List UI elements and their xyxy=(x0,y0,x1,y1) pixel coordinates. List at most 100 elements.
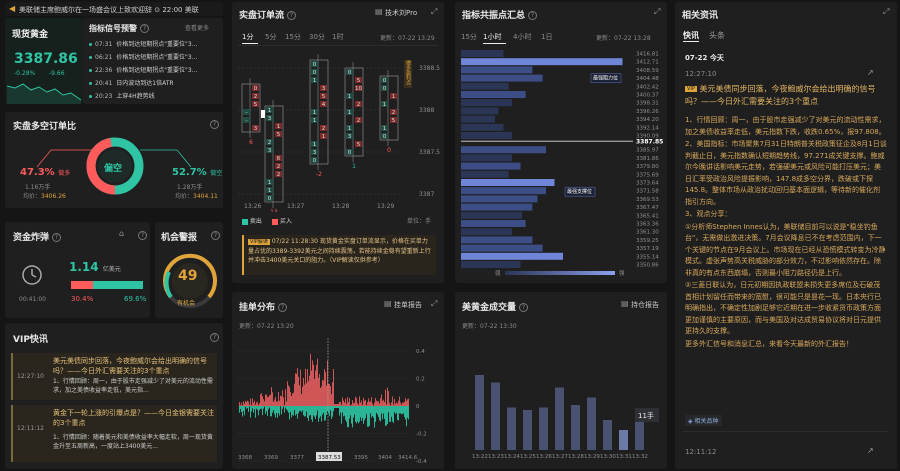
buy-order-bar xyxy=(367,402,368,406)
buy-order-bar xyxy=(379,403,380,406)
resonance-bar xyxy=(461,91,526,98)
buy-order-bar xyxy=(302,386,303,406)
help-icon[interactable]: ? xyxy=(52,233,62,242)
gold-quote-card[interactable]: 现货黄金 3387.86 -0.28% -9.66 xyxy=(5,18,83,104)
buy-order-bar xyxy=(292,393,293,406)
buy-order-bar xyxy=(268,397,269,406)
sell-order-bar xyxy=(396,406,397,413)
signal-item[interactable]: 22:36 价格到达短期拐点"重要位"3... xyxy=(89,65,219,77)
resonance-level: 3412.71 xyxy=(636,60,659,66)
signal-item[interactable]: 07:31 价格到达短期拐点"重要位"3... xyxy=(89,39,219,51)
news-paragraph: ②三菱日联认为，日元初期因执政联盟未损失更多席位及石破茂首相计划留任而带来的宽慰… xyxy=(685,281,881,335)
price-tick: 3388 xyxy=(419,107,434,114)
help-icon[interactable]: ? xyxy=(138,231,147,240)
buy-order-bar xyxy=(304,384,305,406)
sell-order-bar xyxy=(300,406,301,411)
expand-icon[interactable]: ⤢ xyxy=(431,7,437,17)
sell-order-bar xyxy=(279,406,280,416)
orderflow-cell-value: 1 xyxy=(268,108,272,114)
resonance-bar xyxy=(461,179,555,186)
tab-3[interactable]: 30分 xyxy=(309,32,325,42)
x-tick: 13:32 xyxy=(632,454,648,460)
sell-order-bar xyxy=(331,406,332,419)
expand-icon[interactable]: ⤢ xyxy=(654,7,660,17)
volume-link[interactable]: 持仓报告 xyxy=(631,300,659,310)
signal-more-link[interactable]: 查看更多 xyxy=(185,23,209,32)
help-icon[interactable]: ? xyxy=(278,303,288,312)
signal-time: 06:21 xyxy=(95,54,113,61)
sell-order-bar xyxy=(380,406,381,422)
buy-order-bar xyxy=(270,394,271,406)
help-icon[interactable]: ? xyxy=(528,11,538,20)
orderflow-cell-value: 0 xyxy=(268,196,272,202)
tab-1[interactable]: 5分 xyxy=(265,32,276,42)
volume-bar xyxy=(539,407,548,450)
signal-item[interactable]: 06:21 价格到达短期拐点"重要位"3... xyxy=(89,52,219,64)
buy-order-bar xyxy=(403,402,404,406)
buy-order-bar xyxy=(241,402,242,406)
expand-icon[interactable]: ⤢ xyxy=(431,299,437,309)
buy-order-bar xyxy=(362,404,363,406)
buy-order-bar xyxy=(332,382,333,406)
buy-order-bar xyxy=(300,369,301,406)
vip-news-item[interactable]: 12:11:12 黄金下一轮上涨的引爆点是？——今日金银需要关注的3个重点 1、行情… xyxy=(11,405,217,462)
orderflow-cell-value: 0 xyxy=(383,78,387,84)
sell-order-bar xyxy=(407,406,408,418)
delta-label: 13 xyxy=(270,209,278,212)
news-item[interactable]: VIP 美元美债同步回落，今夜鲍威尔会给出明确的信号吗？——今日外汇需要关注的3… xyxy=(685,83,887,108)
buy-order-bar xyxy=(350,405,351,406)
vip-news-item[interactable]: 12:27:10 美元美债同步回落，今夜鲍威尔会给出明确的信号吗？——今日外汇需要… xyxy=(11,353,217,400)
help-icon[interactable]: ? xyxy=(210,333,219,342)
orderflow-link[interactable]: 技术刘Pro xyxy=(385,8,417,18)
help-icon[interactable]: ? xyxy=(287,11,297,20)
sell-order-bar xyxy=(405,406,406,420)
volume-bar xyxy=(523,410,532,450)
help-icon[interactable]: ? xyxy=(140,24,149,33)
buy-order-bar xyxy=(301,393,302,406)
x-tick: 3414.6 xyxy=(398,455,418,461)
tab-2[interactable]: 4小时 xyxy=(513,32,531,42)
sell-order-bar xyxy=(256,406,257,409)
help-icon[interactable]: ? xyxy=(211,231,220,240)
news-tab-headline[interactable]: 头条 xyxy=(709,30,725,41)
sell-order-bar xyxy=(263,406,264,409)
resonance-bar xyxy=(461,261,521,268)
pending-order-panel: 挂单分布? ▤ 挂单报告 ⤢ 更新：07-22 13:20 0.4 0.2 0 -0.… xyxy=(232,292,444,469)
buy-order-bar xyxy=(347,397,348,406)
buy-order-bar xyxy=(389,402,390,406)
news-time: 12:27:10 xyxy=(685,70,717,78)
tab-2[interactable]: 15分 xyxy=(285,32,301,42)
ticker-text[interactable]: 美联储主席鲍威尔在一场盛会议上致欢迎辞 ⊙ 22:00 美联 xyxy=(19,5,199,15)
share-icon[interactable]: ↗ xyxy=(867,446,874,455)
sell-order-bar xyxy=(336,406,337,408)
pending-link[interactable]: 挂单报告 xyxy=(394,300,422,310)
buy-order-bar xyxy=(376,400,377,406)
signal-item[interactable]: 20:23 上穿4H趋势线 xyxy=(89,91,219,103)
bell-icon[interactable]: ⌂ xyxy=(119,229,124,238)
tab-4[interactable]: 1时 xyxy=(332,32,343,42)
sell-order-bar xyxy=(284,406,285,413)
sell-order-bar xyxy=(324,406,325,421)
expand-icon[interactable]: ⤢ xyxy=(883,7,889,17)
buy-order-bar xyxy=(257,401,258,406)
sell-order-bar xyxy=(318,406,319,422)
related-button[interactable]: ◈ 相关品种 xyxy=(685,415,722,426)
volume-bar xyxy=(635,420,644,450)
tab-0[interactable]: 1分 xyxy=(242,32,253,42)
tab-0[interactable]: 15分 xyxy=(461,32,477,42)
buy-order-bar xyxy=(388,391,389,406)
signal-item[interactable]: 20:41 日内波动到达1倍ATR xyxy=(89,78,219,90)
tab-3[interactable]: 1日 xyxy=(541,32,552,42)
tab-1[interactable]: 1小时 xyxy=(483,32,501,42)
vip-news-headline: 黄金下一轮上涨的引爆点是？——今日金银需要关注的3个重点 xyxy=(53,409,214,427)
document-icon: ▤ xyxy=(621,299,629,308)
sell-order-bar xyxy=(358,406,359,424)
sell-order-bar xyxy=(270,406,271,417)
buy-order-bar xyxy=(374,402,375,406)
share-icon[interactable]: ↗ xyxy=(867,68,874,77)
sell-order-bar xyxy=(310,406,311,415)
news-tab-flash[interactable]: 快讯 xyxy=(683,30,699,41)
bomb-timer: 00:41:00 xyxy=(19,296,46,303)
help-icon[interactable]: ? xyxy=(519,303,529,312)
buy-order-bar xyxy=(251,405,252,406)
